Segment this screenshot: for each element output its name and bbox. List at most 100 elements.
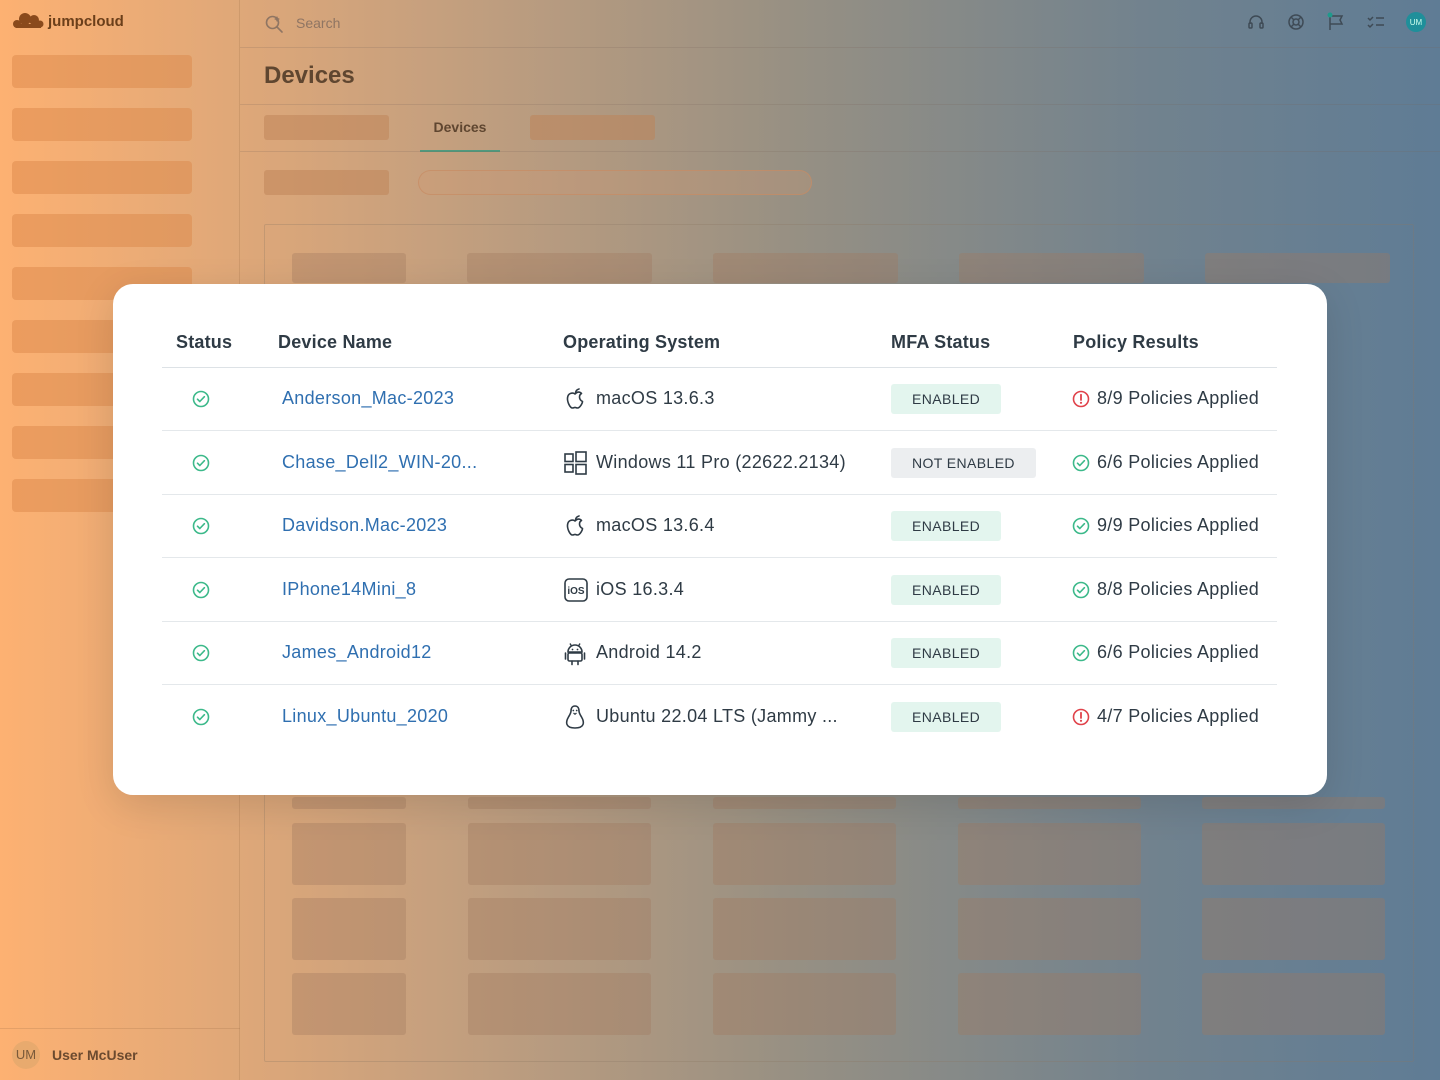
cell-placeholder xyxy=(958,797,1141,809)
sidebar-item-placeholder[interactable] xyxy=(12,108,192,141)
svg-text:iOS: iOS xyxy=(567,586,585,597)
cell-placeholder xyxy=(713,898,896,960)
divider xyxy=(240,151,1440,152)
checklist-icon[interactable] xyxy=(1366,12,1386,32)
operating-system: macOS 13.6.3 xyxy=(596,388,715,408)
cell-placeholder xyxy=(958,823,1141,885)
brand-name: jumpcloud xyxy=(48,12,124,30)
cell-placeholder xyxy=(468,973,651,1035)
operating-system: macOS 13.6.4 xyxy=(596,515,715,535)
status-ok-icon xyxy=(192,390,210,413)
cell-placeholder xyxy=(1202,898,1385,960)
device-name-link[interactable]: Anderson_Mac-2023 xyxy=(282,388,454,409)
sidebar-item-placeholder[interactable] xyxy=(12,55,192,88)
policy-results[interactable]: 6/6 Policies Applied xyxy=(1097,452,1259,473)
header-placeholder xyxy=(1205,253,1390,283)
table-row[interactable]: Linux_Ubuntu_2020 Ubuntu 22.04 LTS (Jammy… xyxy=(162,686,1277,749)
table-row[interactable]: Davidson.Mac-2023 macOS 13.6.4 ENABLED 9/9 … xyxy=(162,495,1277,558)
mfa-status-badge: NOT ENABLED xyxy=(891,447,1036,478)
policy-results[interactable]: 8/9 Policies Applied xyxy=(1097,388,1259,409)
android-icon xyxy=(563,640,587,671)
mfa-status-badge: ENABLED xyxy=(891,638,1002,668)
operating-system: Windows 11 Pro (22622.2134) xyxy=(596,451,846,472)
cell-placeholder xyxy=(468,823,651,885)
check-circle-icon xyxy=(1072,581,1090,604)
tab-devices[interactable]: Devices xyxy=(420,104,500,152)
header-mfa-status[interactable]: MFA Status xyxy=(891,332,990,353)
header-policy-results[interactable]: Policy Results xyxy=(1073,332,1199,353)
status-ok-icon xyxy=(192,454,210,477)
ios-icon: iOS xyxy=(563,577,589,608)
header-placeholder xyxy=(959,253,1144,283)
table-row[interactable]: Anderson_Mac-2023 macOS 13.6.3 ENABLED 8/9 … xyxy=(162,368,1277,431)
flag-icon[interactable] xyxy=(1326,12,1346,32)
operating-system: iOS 16.3.4 xyxy=(596,578,685,599)
status-ok-icon xyxy=(192,517,210,540)
header-placeholder xyxy=(292,253,406,283)
cell-placeholder xyxy=(292,898,406,960)
mfa-status-badge: ENABLED xyxy=(891,511,1002,541)
avatar: UM xyxy=(12,1040,40,1069)
search-icon xyxy=(265,15,283,33)
operating-system: Android 14.2 xyxy=(596,642,702,662)
table-row[interactable]: James_Android12 Android 14.2 ENABLED 6/6 Po… xyxy=(162,622,1277,685)
device-name-link[interactable]: Chase_Dell2_WIN-20... xyxy=(282,452,477,473)
apple-icon xyxy=(563,513,587,544)
cell-placeholder xyxy=(958,973,1141,1035)
cell-placeholder xyxy=(468,797,651,809)
alert-circle-icon xyxy=(1072,390,1090,413)
cell-placeholder xyxy=(292,797,406,809)
cell-placeholder xyxy=(713,973,896,1035)
status-ok-icon xyxy=(192,708,210,731)
header-device-name[interactable]: Device Name xyxy=(278,332,392,353)
device-name-link[interactable]: Linux_Ubuntu_2020 xyxy=(282,706,448,727)
policy-results[interactable]: 9/9 Policies Applied xyxy=(1097,515,1259,536)
tab-placeholder[interactable] xyxy=(530,115,655,140)
help-lifebuoy-icon[interactable] xyxy=(1286,12,1306,32)
user-name: User McUser xyxy=(52,1046,138,1063)
brand-logo[interactable]: jumpcloud xyxy=(12,12,124,30)
check-circle-icon xyxy=(1072,454,1090,477)
windows-icon xyxy=(563,450,589,481)
cell-placeholder xyxy=(1202,973,1385,1035)
search-input[interactable]: Search xyxy=(296,15,340,31)
filter-placeholder[interactable] xyxy=(264,170,389,195)
cell-placeholder xyxy=(713,797,896,809)
cell-placeholder xyxy=(468,898,651,960)
sidebar-item-placeholder[interactable] xyxy=(12,161,192,194)
status-ok-icon xyxy=(192,644,210,667)
header-placeholder xyxy=(713,253,898,283)
table-search-placeholder[interactable] xyxy=(418,170,812,195)
avatar[interactable]: UM xyxy=(1406,12,1426,32)
device-name-link[interactable]: Davidson.Mac-2023 xyxy=(282,515,447,536)
table-row[interactable]: Chase_Dell2_WIN-20... Windows 11 Pro (226… xyxy=(162,432,1277,495)
header-placeholder xyxy=(467,253,652,283)
top-bar: Search UM xyxy=(240,0,1440,48)
policy-results[interactable]: 4/7 Policies Applied xyxy=(1097,706,1259,727)
cell-placeholder xyxy=(1202,797,1385,809)
header-operating-system[interactable]: Operating System xyxy=(563,332,720,353)
cell-placeholder xyxy=(292,973,406,1035)
table-row[interactable]: IPhone14Mini_8 iOS iOS 16.3.4 ENABLED 8/8 Po… xyxy=(162,559,1277,622)
cell-placeholder xyxy=(292,823,406,885)
sidebar-item-placeholder[interactable] xyxy=(12,214,192,247)
page-title: Devices xyxy=(264,62,355,89)
policy-results[interactable]: 6/6 Policies Applied xyxy=(1097,642,1259,663)
user-menu[interactable]: UM User McUser xyxy=(0,1028,240,1080)
device-name-link[interactable]: James_Android12 xyxy=(282,642,432,663)
alert-circle-icon xyxy=(1072,708,1090,731)
tab-placeholder[interactable] xyxy=(264,115,389,140)
cell-placeholder xyxy=(713,823,896,885)
policy-results[interactable]: 8/8 Policies Applied xyxy=(1097,579,1259,600)
apple-icon xyxy=(563,386,587,417)
device-name-link[interactable]: IPhone14Mini_8 xyxy=(282,579,416,600)
status-ok-icon xyxy=(192,581,210,604)
jumpcloud-logo-icon xyxy=(13,13,44,28)
cell-placeholder xyxy=(1202,823,1385,885)
mfa-status-badge: ENABLED xyxy=(891,384,1002,414)
linux-icon xyxy=(563,704,587,735)
headset-icon[interactable] xyxy=(1246,12,1266,32)
mfa-status-badge: ENABLED xyxy=(891,574,1002,605)
header-status[interactable]: Status xyxy=(176,332,232,353)
operating-system: Ubuntu 22.04 LTS (Jammy ... xyxy=(596,705,838,726)
